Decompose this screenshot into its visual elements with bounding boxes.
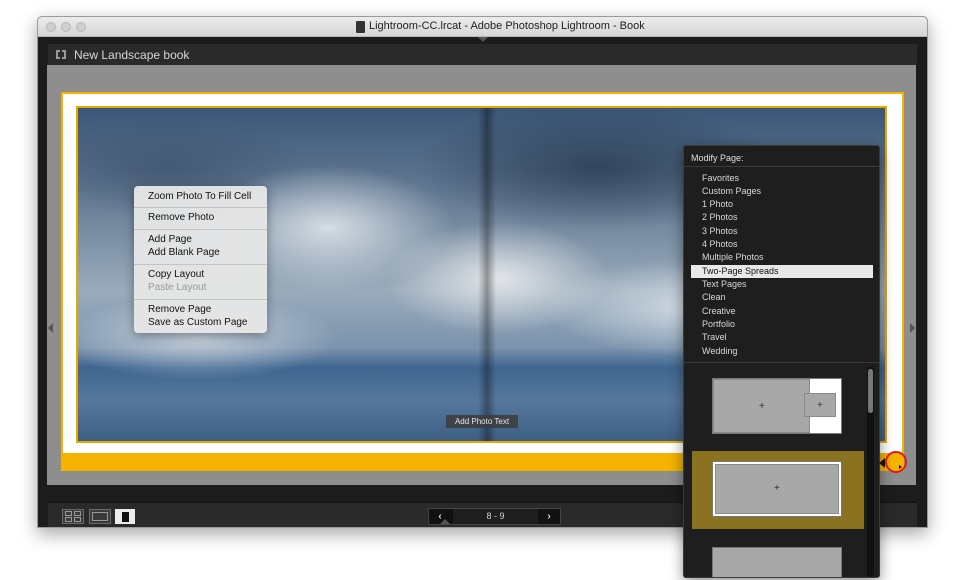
menu-item-paste-layout: Paste Layout (148, 282, 207, 293)
close-window-button[interactable] (46, 22, 56, 32)
thumb-photo-cell: + (713, 379, 810, 433)
document-icon (356, 21, 365, 33)
modify-page-header: Modify Page: (691, 153, 744, 163)
layout-category-clean[interactable]: Clean (701, 291, 871, 304)
zoom-window-button[interactable] (76, 22, 86, 32)
page-range: 8 - 9 (453, 509, 538, 524)
add-photo-text-button[interactable]: Add Photo Text (446, 415, 518, 428)
grid-cell-icon (74, 511, 81, 516)
modify-page-panel: Modify Page: Favorites Custom Pages 1 Ph… (683, 145, 880, 578)
menu-item-copy-layout[interactable]: Copy Layout (148, 268, 204, 281)
layout-category-3-photos[interactable]: 3 Photos (701, 225, 871, 238)
page-menu-toggle-button[interactable] (885, 451, 907, 473)
menu-separator (134, 207, 267, 208)
book-title: New Landscape book (74, 48, 190, 62)
spread-icon (92, 512, 108, 521)
grid-cell-icon (65, 517, 72, 522)
layout-thumbnail-selected[interactable]: + (712, 461, 842, 517)
play-triangle-icon (899, 465, 902, 469)
multi-page-view-button[interactable] (62, 509, 84, 524)
left-panel-toggle-icon[interactable] (48, 323, 53, 333)
plus-icon: + (817, 400, 823, 411)
right-panel-toggle-icon[interactable] (910, 323, 915, 333)
book-spine (478, 108, 496, 441)
menu-separator (134, 229, 267, 230)
menu-item-zoom-photo[interactable]: Zoom Photo To Fill Cell (148, 190, 251, 203)
menu-item-remove-page[interactable]: Remove Page (148, 303, 211, 316)
window-title: Lightroom-CC.lrcat - Adobe Photoshop Lig… (369, 20, 645, 32)
layout-thumbnail[interactable]: + + (712, 378, 842, 434)
thumb-photo-cell: + (715, 464, 839, 514)
single-page-view-button[interactable] (115, 509, 135, 524)
grid-cell-icon (65, 511, 72, 516)
layout-category-favorites[interactable]: Favorites (701, 172, 871, 185)
menu-item-add-blank-page[interactable]: Add Blank Page (148, 246, 220, 259)
plus-icon: + (759, 401, 765, 412)
menu-item-add-page[interactable]: Add Page (148, 233, 192, 246)
thumb-photo-cell: + (804, 393, 836, 417)
layout-category-portfolio[interactable]: Portfolio (701, 318, 871, 331)
layout-category-custom-pages[interactable]: Custom Pages (701, 185, 871, 198)
book-header: New Landscape book (48, 44, 917, 66)
layout-thumbnail[interactable] (712, 547, 842, 577)
minimize-window-button[interactable] (61, 22, 71, 32)
layout-category-1-photo[interactable]: 1 Photo (701, 198, 871, 211)
plus-icon: + (774, 483, 780, 494)
grid-cell-icon (74, 517, 81, 522)
book-icon (56, 50, 66, 59)
layout-category-multiple-photos[interactable]: Multiple Photos (701, 251, 871, 264)
layout-category-4-photos[interactable]: 4 Photos (701, 238, 871, 251)
scrollbar-thumb[interactable] (868, 369, 873, 413)
chevron-right-icon[interactable]: › (538, 509, 560, 524)
menu-item-save-custom-page[interactable]: Save as Custom Page (148, 316, 248, 329)
menu-item-remove-photo[interactable]: Remove Photo (148, 211, 214, 224)
layout-category-creative[interactable]: Creative (701, 305, 871, 318)
panel-divider (684, 166, 879, 167)
menu-separator (134, 264, 267, 265)
title-bar: Lightroom-CC.lrcat - Adobe Photoshop Lig… (38, 17, 927, 37)
layout-category-two-page-spreads[interactable]: Two-Page Spreads (691, 265, 873, 278)
layout-category-text-pages[interactable]: Text Pages (701, 278, 871, 291)
menu-separator (134, 299, 267, 300)
layout-category-travel[interactable]: Travel (701, 331, 871, 344)
filmstrip-toggle-icon[interactable] (440, 519, 450, 524)
spread-view-button[interactable] (89, 509, 111, 524)
top-panel-toggle-icon[interactable] (478, 37, 488, 42)
layout-category-wedding[interactable]: Wedding (701, 345, 871, 358)
page-menu-icon (891, 458, 902, 469)
layout-category-2-photos[interactable]: 2 Photos (701, 211, 871, 224)
single-page-icon (122, 512, 129, 522)
context-menu: Zoom Photo To Fill Cell Remove Photo Add… (134, 186, 267, 333)
layout-thumbnails: + + + (684, 363, 879, 577)
